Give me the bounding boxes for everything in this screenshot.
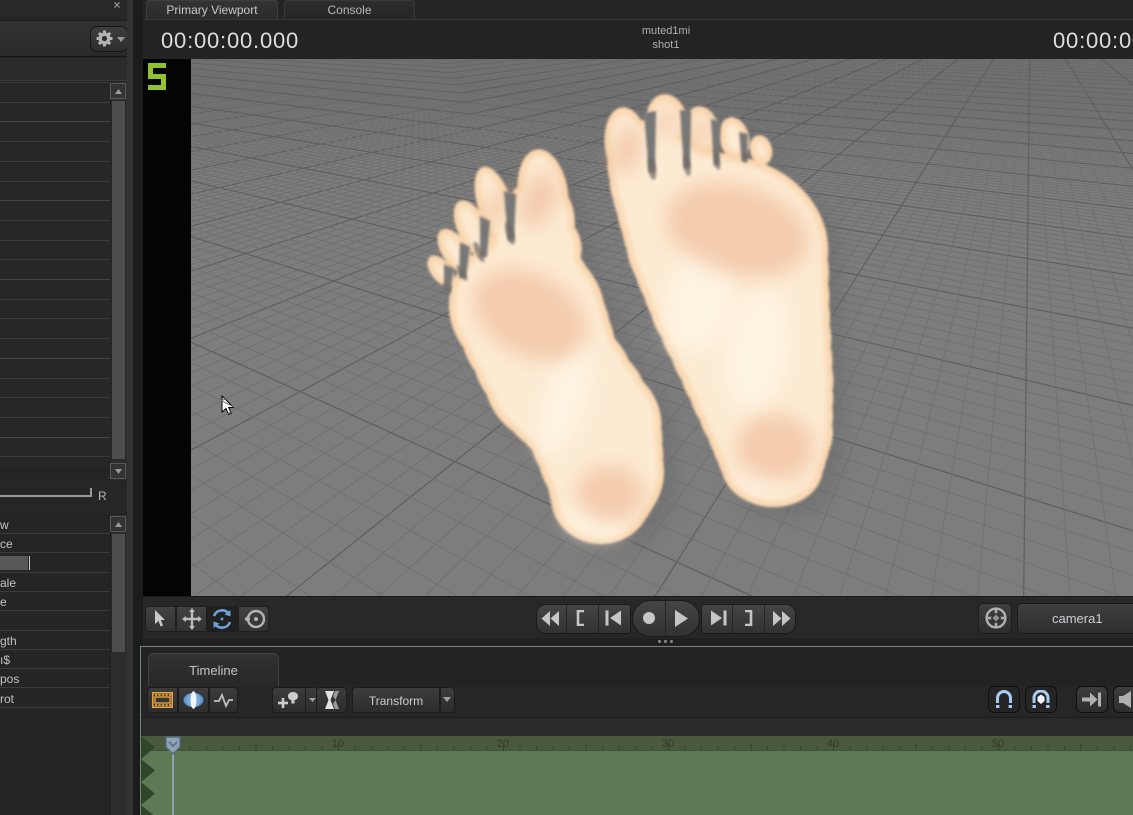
svg-text:50: 50	[992, 738, 1004, 750]
svg-text:10: 10	[332, 738, 344, 750]
svg-text:30: 30	[662, 738, 674, 750]
svg-text:20: 20	[497, 738, 509, 750]
svg-text:40: 40	[827, 738, 839, 750]
